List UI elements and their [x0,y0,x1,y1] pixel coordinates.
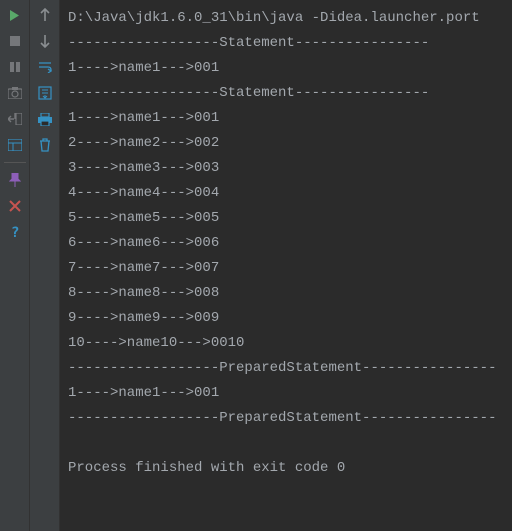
console-line: 7---->name7--->007 [68,256,512,281]
soft-wrap-icon[interactable] [36,58,54,76]
pause-icon[interactable] [6,58,24,76]
console-output[interactable]: D:\Java\jdk1.6.0_31\bin\java -Didea.laun… [60,0,512,531]
console-line: 3---->name3--->003 [68,156,512,181]
console-line: ------------------Statement-------------… [68,81,512,106]
stop-icon[interactable] [6,32,24,50]
console-line: ------------------PreparedStatement-----… [68,356,512,381]
console-line: Process finished with exit code 0 [68,456,512,481]
layout-icon[interactable] [6,136,24,154]
svg-text:?: ? [11,225,19,239]
console-line [68,431,512,456]
console-line: 5---->name5--->005 [68,206,512,231]
arrow-up-icon[interactable] [36,6,54,24]
pin-icon[interactable] [6,171,24,189]
run-icon[interactable] [6,6,24,24]
console-line: 6---->name6--->006 [68,231,512,256]
gutter-divider [4,162,26,163]
clear-icon[interactable] [36,136,54,154]
print-icon[interactable] [36,110,54,128]
camera-icon[interactable] [6,84,24,102]
console-line: 1---->name1--->001 [68,106,512,131]
console-line: ------------------Statement-------------… [68,31,512,56]
help-icon[interactable]: ? [6,223,24,241]
console-line: 2---->name2--->002 [68,131,512,156]
console-line: 4---->name4--->004 [68,181,512,206]
run-gutter: ? [0,0,30,531]
exit-icon[interactable] [6,110,24,128]
console-line: 9---->name9--->009 [68,306,512,331]
console-line: 1---->name1--->001 [68,56,512,81]
console-line: 1---->name1--->001 [68,381,512,406]
arrow-down-icon[interactable] [36,32,54,50]
console-gutter [30,0,60,531]
console-line: D:\Java\jdk1.6.0_31\bin\java -Didea.laun… [68,6,512,31]
console-line: 8---->name8--->008 [68,281,512,306]
close-icon[interactable] [6,197,24,215]
scroll-end-icon[interactable] [36,84,54,102]
console-line: ------------------PreparedStatement-----… [68,406,512,431]
console-line: 10---->name10--->0010 [68,331,512,356]
